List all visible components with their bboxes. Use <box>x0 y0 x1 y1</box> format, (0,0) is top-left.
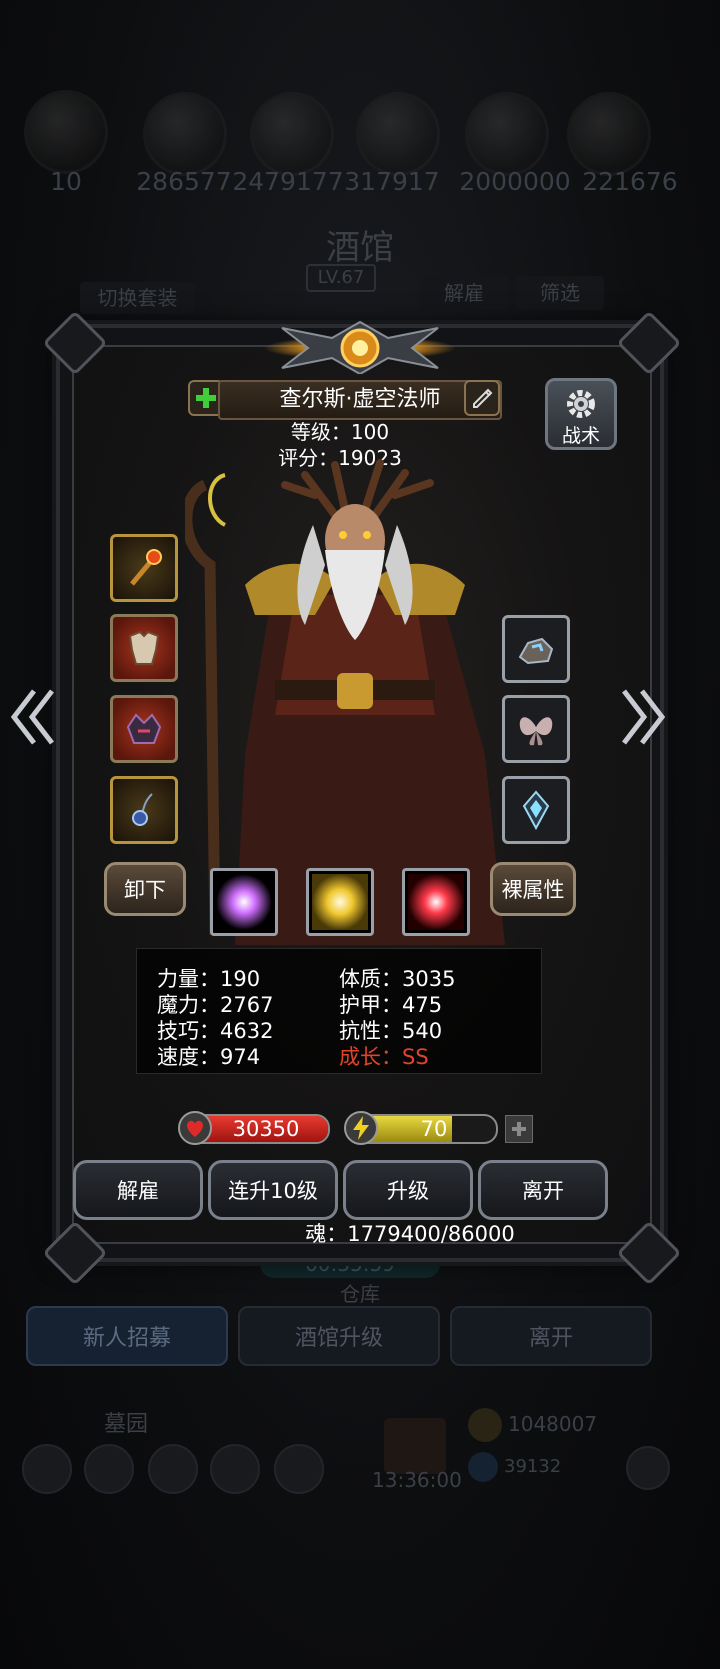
add-energy-button[interactable] <box>505 1115 533 1143</box>
next-hero-button[interactable] <box>620 686 666 758</box>
menu-icon-2 <box>84 1444 134 1494</box>
resource-icon-5 <box>567 92 651 176</box>
menu-icon-5 <box>274 1444 324 1494</box>
menu-icon-1 <box>22 1444 72 1494</box>
base-attributes-button[interactable]: 裸属性 <box>490 862 576 916</box>
resource-icon-2 <box>250 92 334 176</box>
hero-level: 等级：100 <box>290 420 390 444</box>
gear-icon <box>567 390 595 418</box>
gold-coin-icon <box>468 1408 502 1442</box>
gem-amount: 39132 <box>504 1456 562 1477</box>
purple-crystal-skill-icon <box>216 874 272 930</box>
cemetery-label: 墓园 <box>104 1412 149 1437</box>
stats-panel: 力量：190 魔力：2767 技巧：4632 速度：974 体质：3035 护甲… <box>136 948 542 1074</box>
tab-recruit: 新人招募 <box>26 1306 228 1366</box>
soul-counter: 魂：1779400/86000 <box>305 1222 515 1246</box>
equipment-slot-weapon[interactable] <box>110 534 178 602</box>
rename-button[interactable] <box>464 380 500 416</box>
resource-value-5: 221676 <box>582 167 678 196</box>
bottom-timer: 13:36:00 <box>372 1468 462 1492</box>
ore-stone-icon <box>518 637 554 665</box>
menu-icon-4 <box>210 1444 260 1494</box>
skill-slot-3[interactable] <box>402 868 470 936</box>
dismiss-top-button: 解雇 <box>420 276 508 310</box>
tab-tavern-upgrade: 酒馆升级 <box>238 1306 440 1366</box>
resource-icon-4 <box>465 92 549 176</box>
plus-icon <box>196 388 216 408</box>
resource-value-2: 2479177 <box>232 167 344 196</box>
avatar-icon <box>24 90 108 174</box>
golden-burst-skill-icon <box>312 874 368 930</box>
switch-set-button: 切换套装 <box>80 282 195 314</box>
red-crystal-skill-icon <box>408 874 464 930</box>
chevron-left-icon <box>10 689 54 745</box>
resource-value-1: 286577 <box>136 167 232 196</box>
equipment-slot-amulet[interactable] <box>110 776 178 844</box>
equipment-slot-emblem[interactable] <box>502 776 570 844</box>
crystal-emblem-icon <box>522 790 550 831</box>
warehouse-label: 仓库 <box>340 1282 380 1306</box>
skill-slot-1[interactable] <box>210 868 278 936</box>
tavern-title: 酒馆 <box>326 228 394 268</box>
player-level: 10 <box>50 167 82 196</box>
energy-value: 70 <box>420 1117 448 1141</box>
tavern-level-badge: LV.67 <box>306 264 376 292</box>
skill-slot-2[interactable] <box>306 868 374 936</box>
heart-icon <box>178 1111 212 1145</box>
tab-leave: 离开 <box>450 1306 652 1366</box>
prev-hero-button[interactable] <box>10 686 56 758</box>
pencil-icon <box>473 388 493 408</box>
scepter-icon <box>130 549 162 586</box>
resource-value-4: 2000000 <box>459 167 571 196</box>
tactics-button[interactable]: 战术 <box>545 378 617 450</box>
lightning-icon <box>344 1111 378 1145</box>
stat-growth: 成长：SS <box>339 1045 429 1069</box>
add-circle-icon <box>626 1446 670 1490</box>
plus-icon <box>512 1122 526 1136</box>
tactics-label: 战术 <box>561 425 600 447</box>
resource-icon-3 <box>356 92 440 176</box>
equipment-slot-armor[interactable] <box>110 614 178 682</box>
hero-name: 查尔斯·虚空法师 <box>218 380 502 420</box>
gold-amount: 1048007 <box>508 1412 598 1436</box>
stat-speed: 速度：974 <box>157 1045 261 1069</box>
equipment-slot-ore[interactable] <box>502 615 570 683</box>
dark-helmet-icon <box>126 713 162 744</box>
dismiss-button[interactable]: 解雇 <box>73 1160 203 1220</box>
gift-box-icon <box>384 1418 446 1474</box>
wings-icon <box>519 717 553 746</box>
level-up-button[interactable]: 升级 <box>343 1160 473 1220</box>
sun-emblem-icon <box>264 320 456 374</box>
hp-value: 30350 <box>232 1117 300 1141</box>
equipment-slot-wings[interactable] <box>502 695 570 763</box>
armor-icon <box>128 630 160 665</box>
equipment-slot-helmet[interactable] <box>110 695 178 763</box>
leave-button[interactable]: 离开 <box>478 1160 608 1220</box>
chevron-right-icon <box>622 689 666 745</box>
gem-icon <box>468 1452 498 1482</box>
resource-value-3: 317917 <box>344 167 440 196</box>
menu-icon-3 <box>148 1444 198 1494</box>
filter-button: 筛选 <box>516 276 604 310</box>
level-up-10-button[interactable]: 连升10级 <box>208 1160 338 1220</box>
resource-icon-1 <box>143 92 227 176</box>
unequip-button[interactable]: 卸下 <box>104 862 186 916</box>
amulet-icon <box>132 793 153 826</box>
